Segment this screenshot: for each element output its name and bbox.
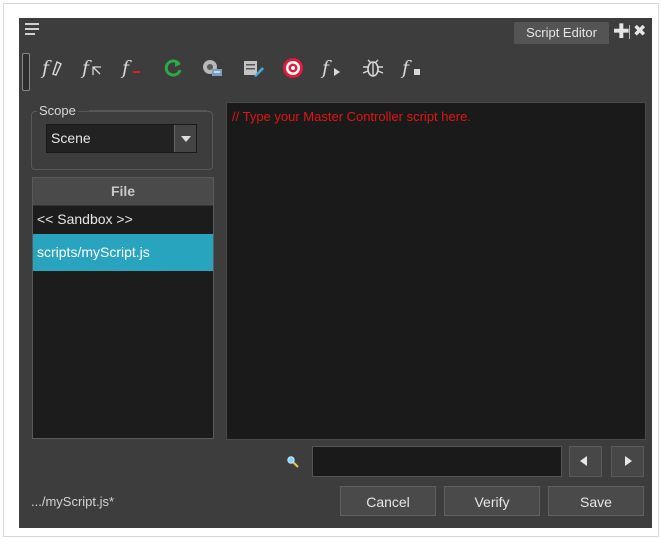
cancel-button[interactable]: Cancel	[340, 486, 436, 516]
delete-function-icon[interactable]: f	[119, 53, 147, 83]
svg-text:f: f	[320, 57, 332, 79]
svg-text:f: f	[40, 57, 52, 79]
editor-comment-text: // Type your Master Controller script he…	[232, 109, 471, 124]
run-function-icon[interactable]: f	[319, 53, 347, 83]
chevron-down-icon[interactable]	[174, 125, 196, 152]
find-next-button[interactable]	[611, 446, 644, 477]
script-editor-panel: Script Editor ✚ ✖ f f f f f Scope Scene …	[19, 18, 652, 528]
svg-text:f: f	[400, 57, 412, 79]
toolbar-grip-handle[interactable]	[22, 53, 30, 91]
tab-script-editor[interactable]: Script Editor	[514, 22, 609, 44]
panel-menu-icon[interactable]	[25, 23, 39, 39]
find-previous-button[interactable]	[569, 446, 602, 477]
search-input[interactable]	[312, 446, 562, 477]
import-script-icon[interactable]	[199, 53, 227, 83]
scope-select[interactable]: Scene	[46, 124, 197, 153]
rename-function-icon[interactable]: f	[79, 53, 107, 83]
stop-function-icon[interactable]: f	[399, 53, 427, 83]
file-list: File << Sandbox >> scripts/myScript.js	[32, 177, 214, 439]
svg-text:f: f	[80, 57, 92, 79]
tab-separator	[629, 25, 630, 39]
status-filename: .../myScript.js*	[31, 494, 115, 509]
scope-label: Scope	[37, 103, 78, 118]
close-icon[interactable]: ✖	[633, 21, 649, 43]
file-item-sandbox[interactable]: << Sandbox >>	[33, 206, 213, 233]
target-icon[interactable]	[279, 53, 307, 83]
script-editor-textarea[interactable]: // Type your Master Controller script he…	[226, 102, 646, 440]
file-column-header[interactable]: File	[33, 178, 213, 206]
refresh-icon[interactable]	[159, 53, 187, 83]
new-function-icon[interactable]: f	[39, 53, 67, 83]
save-button[interactable]: Save	[548, 486, 644, 516]
search-icon	[287, 456, 299, 468]
scope-select-value: Scene	[51, 130, 91, 146]
edit-script-icon[interactable]	[239, 53, 267, 83]
verify-button[interactable]: Verify	[444, 486, 540, 516]
scope-divider	[89, 110, 207, 111]
debug-icon[interactable]	[359, 53, 387, 83]
file-item-myscript[interactable]: scripts/myScript.js	[33, 234, 213, 271]
svg-text:f: f	[120, 57, 132, 79]
